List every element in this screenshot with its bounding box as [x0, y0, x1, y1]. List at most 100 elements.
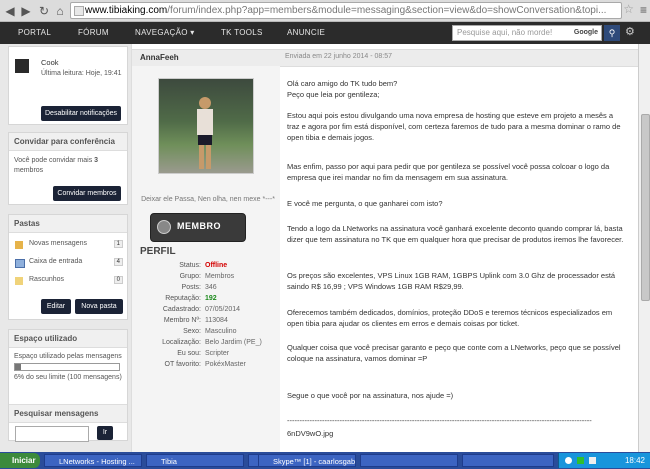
author-quote: Deixar ele Passa, Nen olha, nen mexe *--… [141, 196, 275, 203]
profile-row: Sexo: Masculino [132, 328, 280, 338]
forward-icon[interactable]: ▶ [18, 3, 34, 19]
post-paragraph: Qualquer coisa que você precisar garanto… [287, 343, 621, 363]
space-label: Espaço utilizado pelas mensagens [14, 353, 122, 360]
search-go-button[interactable]: Ir [97, 426, 113, 440]
author-avatar[interactable] [158, 78, 254, 174]
post-divider: ----------------------------------------… [287, 416, 592, 425]
reload-icon[interactable]: ↻ [36, 3, 52, 19]
bookmark-star-icon[interactable]: ☆ [623, 2, 634, 16]
post-header: AnnaFeeh Enviada em 22 junho 2014 - 08:5… [132, 49, 639, 67]
search-button[interactable]: ⚲ [604, 25, 620, 41]
folder-count: 1 [113, 240, 123, 248]
post-paragraph: Segue o que você por na assinatura, nos … [287, 391, 454, 400]
space-text: 6% do seu limite (100 mensagens) [14, 374, 122, 381]
scrollbar-thumb[interactable] [641, 114, 650, 301]
profile-row: Grupo: Membros [132, 273, 280, 283]
nav-anuncie[interactable]: ANUNCIE [287, 22, 325, 44]
profile-value: PokéxMaster [205, 361, 246, 368]
tray-skype-icon[interactable] [577, 457, 584, 464]
avatar-figure-leg [206, 145, 211, 169]
nav-forum[interactable]: FÓRUM [78, 22, 109, 44]
gear-icon[interactable]: ⚙ [625, 25, 635, 38]
author-column: Deixar ele Passa, Nen olha, nen mexe *--… [132, 66, 280, 452]
task-unnamed[interactable] [462, 454, 554, 467]
profile-row: Posts: 346 [132, 284, 280, 294]
page-icon [74, 6, 84, 16]
task-skype[interactable]: Skype™ [1] - caarlosgabri... [258, 454, 356, 467]
home-icon[interactable]: ⌂ [52, 3, 68, 19]
profile-value: 07/05/2014 [205, 306, 241, 313]
post-author[interactable]: AnnaFeeh [140, 53, 179, 62]
search-placeholder: Pesquise aqui, não morde! [457, 28, 553, 37]
folder-icon [15, 241, 23, 249]
profile-row: OT favorito: PokéxMaster [132, 361, 280, 371]
rank-badge: MEMBRO [150, 213, 246, 242]
conversation-main: AnnaFeeh Enviada em 22 junho 2014 - 08:5… [131, 44, 639, 452]
browser-toolbar: ◀ ▶ ↻ ⌂ www.tibiaking.com/forum/index.ph… [0, 0, 650, 22]
post-image-link[interactable]: 6nDV9wO.jpg [287, 428, 627, 439]
task-label: Tibia [161, 457, 177, 466]
nav-portal[interactable]: PORTAL [18, 22, 51, 44]
profile-value: 192 [205, 295, 217, 302]
post-paragraph: Estou aqui pois estou divulgando uma nov… [287, 111, 621, 142]
profile-row: Status: Offline [132, 262, 280, 272]
rank-emblem-icon [157, 220, 171, 234]
profile-value: Masculino [205, 328, 237, 335]
profile-value: 113084 [205, 317, 228, 324]
space-panel: Espaço utilizado Espaço utilizado pelas … [8, 329, 128, 442]
page-scrollbar[interactable] [638, 44, 650, 452]
folder-drafts[interactable]: Rascunhos 0 [15, 276, 123, 288]
participant-name[interactable]: Cook [41, 58, 59, 67]
taskbar: Iniciar LNetworks - Hosting ... Tibia Sk… [0, 452, 650, 469]
invite-text-pre: Você pode convidar mais [14, 157, 93, 164]
profile-key: Membro Nº: [163, 317, 201, 324]
profile-key: Eu sou: [177, 350, 201, 357]
profile-value: Scripter [205, 350, 230, 357]
invite-text: Você pode convidar mais 3 membros [9, 151, 127, 176]
profile-key: Reputação: [165, 295, 201, 302]
start-button[interactable]: Iniciar [0, 453, 40, 468]
clock: 18:42 [624, 456, 645, 465]
sidebar: Cook Última leitura: Hoje, 19:41 Desabil… [0, 44, 131, 452]
space-progress-bar [14, 363, 120, 371]
site-search-input[interactable]: Pesquise aqui, não morde! Google [452, 25, 602, 41]
profile-row: Eu sou: Scripter [132, 350, 280, 360]
address-bar[interactable]: www.tibiaking.com/forum/index.php?app=me… [70, 2, 622, 19]
task-unnamed[interactable] [360, 454, 458, 467]
post-paragraph: Mas enfim, passo por aqui para pedir que… [287, 162, 610, 182]
message-search-input[interactable] [15, 426, 89, 442]
rank-label: MEMBRO [177, 221, 221, 231]
profile-row: Reputação: 192 [132, 295, 280, 305]
system-tray: 18:42 [558, 453, 650, 468]
post-date: Enviada em 22 junho 2014 - 08:57 [285, 53, 393, 60]
tray-network-icon[interactable] [565, 457, 572, 464]
url-host: www.tibiaking.com [85, 5, 168, 16]
post-paragraph: Olá caro amigo do TK tudo bem? [287, 79, 398, 88]
participant-panel: Cook Última leitura: Hoje, 19:41 Desabil… [8, 46, 128, 125]
edit-folders-button[interactable]: Editar [41, 299, 71, 314]
inbox-icon [15, 259, 25, 268]
post-paragraph: E você me pergunta, o que ganharei com i… [287, 199, 443, 208]
folder-new-messages[interactable]: Novas mensagens 1 [15, 240, 123, 252]
participant-avatar[interactable] [15, 59, 29, 73]
task-tibia[interactable]: Tibia [146, 454, 244, 467]
task-lnetworks[interactable]: LNetworks - Hosting ... [44, 454, 142, 467]
nav-tk-tools[interactable]: TK TOOLS [221, 22, 263, 44]
task-label: LNetworks - Hosting ... [59, 457, 135, 466]
tray-volume-icon[interactable] [589, 457, 596, 464]
post-paragraph: Os preços são excelentes, VPS Linux 1GB … [287, 271, 616, 291]
browser-menu-icon[interactable]: ≡ [640, 3, 647, 17]
folder-count: 4 [113, 258, 123, 266]
participant-last-read: Última leitura: Hoje, 19:41 [41, 70, 122, 77]
profile-key: Status: [179, 262, 201, 269]
avatar-figure-head [199, 97, 211, 109]
invite-members-button[interactable]: Convidar membros [53, 186, 121, 201]
post-paragraph: Peço que leia por gentileza; [287, 90, 380, 99]
disable-notifications-button[interactable]: Desabilitar notificações [41, 106, 121, 121]
space-title: Espaço utilizado [9, 330, 127, 348]
new-folder-button[interactable]: Nova pasta [75, 299, 123, 314]
back-icon[interactable]: ◀ [2, 3, 18, 19]
nav-navegacao[interactable]: NAVEGAÇÃO ▾ [135, 22, 195, 44]
url-path: /forum/index.php?app=members&module=mess… [167, 5, 607, 16]
folder-inbox[interactable]: Caixa de entrada 4 [15, 258, 123, 270]
